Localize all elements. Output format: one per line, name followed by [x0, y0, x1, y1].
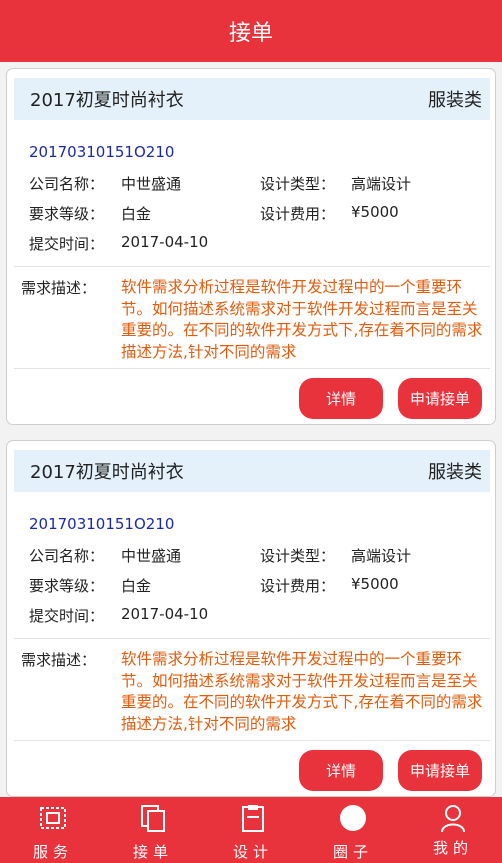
order-number: 20170310151O210 [29, 515, 175, 533]
page-title: 接单 [228, 21, 273, 46]
apply-order-button[interactable]: 申请接单 [398, 378, 482, 419]
fee-value: ¥5000 [351, 203, 399, 221]
tab-mine[interactable]: 我的 [403, 797, 502, 863]
tab-label: 服务 [32, 843, 73, 861]
service-icon [40, 807, 66, 829]
design-type-value: 高端设计 [351, 175, 412, 193]
divider [14, 638, 490, 639]
design-type-label: 设计类型： [260, 547, 336, 565]
clipboard-icon [242, 805, 264, 832]
order-title: 2017初夏时尚衬衣 [30, 90, 184, 111]
design-type-label: 设计类型： [260, 175, 336, 193]
design-type-value: 高端设计 [351, 547, 412, 565]
level-label: 要求等级： [29, 577, 105, 595]
tab-label: 接单 [132, 843, 173, 861]
desc-label: 需求描述： [21, 651, 97, 669]
order-category: 服装类 [428, 90, 482, 111]
tab-label: 圈子 [332, 843, 373, 861]
desc-text: 软件需求分析过程是软件开发过程中的一个重要环节。如何描述系统需求对于软件开发过程… [121, 278, 483, 361]
submit-time-label: 提交时间： [29, 235, 105, 253]
fee-value: ¥5000 [351, 575, 399, 593]
submit-time-value: 2017-04-10 [121, 605, 209, 623]
order-card: 2017初夏时尚衬衣 服装类 20170310151O210 公司名称： 中世盛… [6, 68, 496, 425]
detail-button[interactable]: 详情 [299, 378, 383, 419]
bottom-tab-bar: 服务 接单 设计 圈子 我的 [0, 797, 502, 863]
desc-text: 软件需求分析过程是软件开发过程中的一个重要环节。如何描述系统需求对于软件开发过程… [121, 650, 483, 733]
tab-orders[interactable]: 接单 [103, 797, 203, 863]
level-label: 要求等级： [29, 205, 105, 223]
divider [14, 740, 490, 741]
submit-time-value: 2017-04-10 [121, 233, 209, 251]
tab-circle[interactable]: 圈子 [303, 797, 403, 863]
company-label: 公司名称： [29, 175, 105, 193]
tab-label: 设计 [232, 843, 273, 861]
app-header: 接单 [0, 0, 502, 62]
user-icon [441, 805, 465, 833]
order-category: 服装类 [428, 462, 482, 483]
orders-icon [141, 805, 165, 832]
tab-design[interactable]: 设计 [203, 797, 303, 863]
tab-service[interactable]: 服务 [3, 797, 103, 863]
order-title-bar[interactable]: 2017初夏时尚衬衣 服装类 [14, 450, 490, 492]
company-value: 中世盛通 [121, 547, 182, 565]
order-card: 2017初夏时尚衬衣 服装类 20170310151O210 公司名称： 中世盛… [6, 440, 496, 797]
fee-label: 设计费用： [260, 205, 336, 223]
tab-label: 我的 [432, 839, 473, 857]
submit-time-label: 提交时间： [29, 607, 105, 625]
desc-label: 需求描述： [21, 279, 97, 297]
detail-button[interactable]: 详情 [299, 750, 383, 791]
level-value: 白金 [121, 205, 152, 223]
company-label: 公司名称： [29, 547, 105, 565]
order-title: 2017初夏时尚衬衣 [30, 462, 184, 483]
order-number: 20170310151O210 [29, 143, 175, 161]
divider [14, 368, 490, 369]
divider [14, 266, 490, 267]
order-title-bar[interactable]: 2017初夏时尚衬衣 服装类 [14, 78, 490, 120]
circle-icon [340, 805, 366, 831]
apply-order-button[interactable]: 申请接单 [398, 750, 482, 791]
level-value: 白金 [121, 577, 152, 595]
company-value: 中世盛通 [121, 175, 182, 193]
fee-label: 设计费用： [260, 577, 336, 595]
